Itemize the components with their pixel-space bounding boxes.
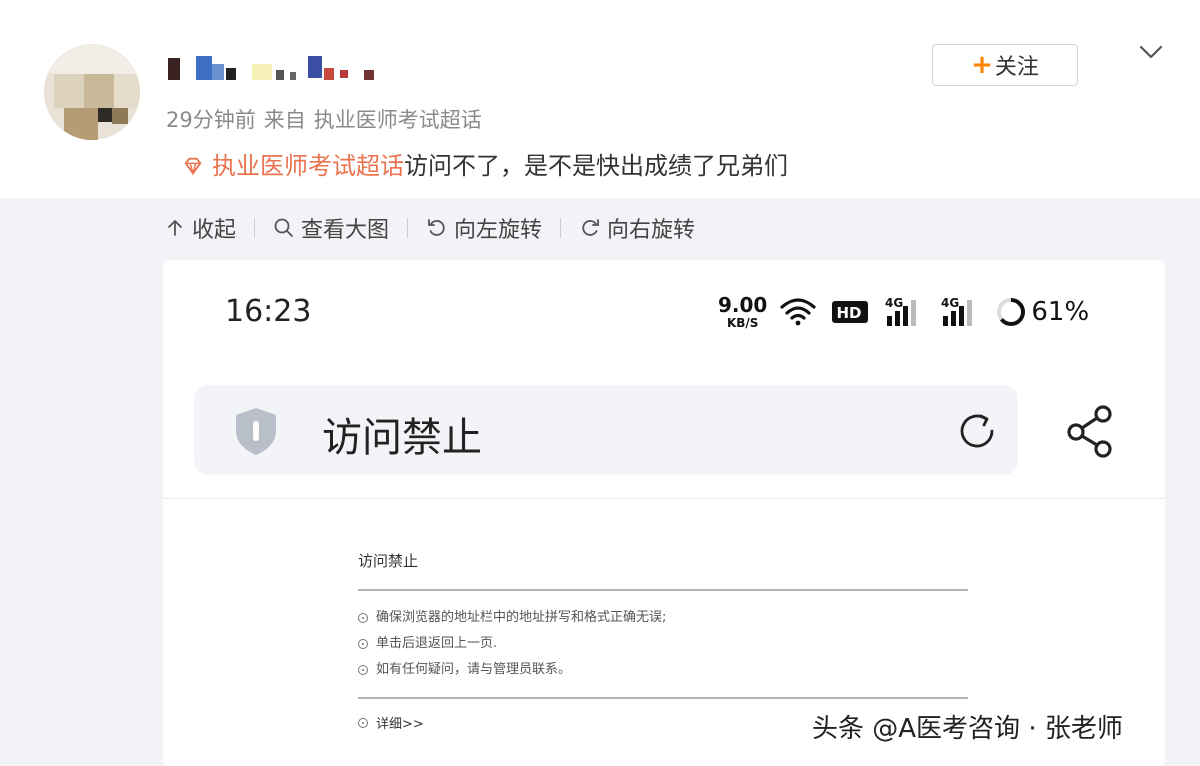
list-item: 确保浏览器的地址栏中的地址拼写和格式正确无误;: [358, 605, 968, 631]
post-from-label: 来自: [263, 108, 306, 132]
signal1-label: 4G: [885, 296, 903, 310]
toolbar-divider: [254, 218, 256, 238]
post-time: 29分钟前: [166, 108, 256, 132]
net-speed-value: 9.00: [718, 293, 768, 317]
follow-label: 关注: [994, 55, 1039, 80]
attached-screenshot[interactable]: 16:23 9.00 KB/S HD 4G 4G 61% 访问禁止 访问禁止 确…: [163, 260, 1165, 766]
bullet-icon: [358, 639, 368, 649]
chevron-down-icon[interactable]: [1138, 42, 1164, 62]
arrow-up-icon: [168, 219, 182, 236]
bullet-icon: [358, 613, 368, 623]
search-icon: [274, 218, 293, 237]
error-heading: 访问禁止: [358, 552, 419, 570]
battery-percent: 61%: [1031, 297, 1090, 327]
rotate-left-button[interactable]: 向左旋转: [426, 212, 542, 244]
bullet-icon: [358, 717, 368, 728]
signal-4g-icon-2: 4G: [941, 296, 973, 326]
rotate-left-label: 向左旋转: [454, 218, 543, 243]
rotate-left-icon: [428, 219, 445, 236]
status-bar-icons: 9.00 KB/S HD 4G 4G 61%: [718, 290, 1089, 334]
divider: [358, 589, 968, 591]
error-page: 访问禁止 确保浏览器的地址栏中的地址拼写和格式正确无误; 单击后退返回上一页. …: [358, 550, 968, 732]
shield-icon: [236, 408, 276, 455]
reload-icon: [960, 414, 994, 448]
collapse-button[interactable]: 收起: [164, 212, 236, 244]
plus-icon: +: [971, 50, 993, 80]
signal2-label: 4G: [941, 296, 959, 310]
list-item: 如有任何疑问，请与管理员联系。: [358, 657, 968, 683]
diamond-icon: [184, 157, 202, 176]
post-source-link[interactable]: 执业医师考试超话: [314, 108, 482, 132]
rotate-right-icon: [582, 219, 599, 236]
toolbar-divider: [407, 218, 409, 238]
address-title: 访问禁止: [322, 415, 482, 461]
view-large-button[interactable]: 查看大图: [273, 212, 389, 244]
collapse-label: 收起: [192, 218, 237, 243]
divider: [358, 697, 968, 699]
error-suggestions: 确保浏览器的地址栏中的地址拼写和格式正确无误; 单击后退返回上一页. 如有任何疑…: [358, 605, 968, 683]
list-item-text: 如有任何疑问，请与管理员联系。: [376, 662, 572, 677]
post-meta: 29分钟前 来自 执业医师考试超话: [166, 104, 490, 134]
details-label: 详细>>: [376, 717, 424, 732]
follow-button[interactable]: + 关注: [932, 44, 1078, 86]
wifi-icon: [780, 298, 816, 326]
net-speed-unit: KB/S: [726, 316, 759, 330]
rotate-right-label: 向右旋转: [607, 218, 696, 243]
hd-label: HD: [837, 304, 862, 322]
signal-4g-icon: 4G: [885, 296, 917, 326]
avatar[interactable]: [44, 44, 140, 140]
battery-ring-icon: [997, 298, 1026, 326]
toolbar-divider: [560, 218, 562, 238]
weibo-post-card: 29分钟前 来自 执业医师考试超话 执业医师考试超话访问不了，是不是快出成绩了兄弟们…: [0, 0, 1200, 198]
list-item-text: 确保浏览器的地址栏中的地址拼写和格式正确无误;: [376, 610, 667, 625]
image-toolbar: 收起 查看大图 向左旋转 向右旋转: [164, 210, 695, 246]
address-bar[interactable]: 访问禁止: [194, 385, 1018, 475]
rotate-right-button[interactable]: 向右旋转: [579, 212, 695, 244]
username-blurred[interactable]: [168, 56, 408, 82]
share-icon[interactable]: [1065, 404, 1117, 460]
hd-icon: HD: [832, 301, 869, 323]
bullet-icon: [358, 665, 368, 675]
topic-tag-link[interactable]: 执业医师考试超话: [212, 152, 404, 180]
list-item: 单击后退返回上一页.: [358, 631, 968, 657]
view-large-label: 查看大图: [301, 218, 390, 243]
divider: [163, 498, 1165, 499]
watermark: 头条 @A医考咨询 · 张老师: [812, 714, 1123, 744]
post-text: 访问不了，是不是快出成绩了兄弟们: [404, 152, 788, 180]
net-speed: 9.00 KB/S: [718, 295, 767, 329]
status-bar-time: 16:23: [225, 294, 312, 329]
post-content: 执业医师考试超话访问不了，是不是快出成绩了兄弟们: [182, 146, 788, 181]
list-item-text: 单击后退返回上一页.: [376, 636, 498, 651]
